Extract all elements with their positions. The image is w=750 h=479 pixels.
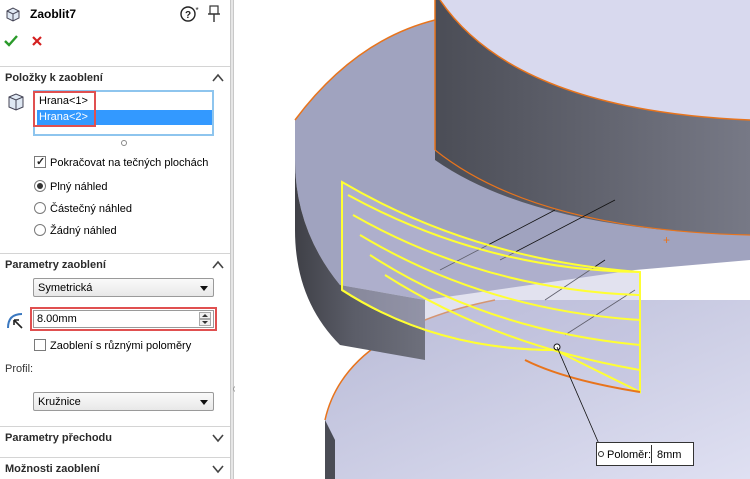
fillet-feature-icon xyxy=(6,7,20,22)
select-value: Symetrická xyxy=(38,282,93,294)
checkbox-label: Pokračovat na tečných plochách xyxy=(50,157,209,169)
svg-text:*: * xyxy=(195,6,198,15)
annotation-highlight-radius xyxy=(30,307,217,331)
group-header-items[interactable]: Položky k zaoblení xyxy=(0,66,230,88)
ok-check-icon[interactable] xyxy=(4,34,18,48)
callout-value[interactable]: 8mm xyxy=(657,449,681,461)
checkbox-box[interactable]: ✓ xyxy=(34,156,46,168)
radio-button[interactable] xyxy=(34,202,46,214)
help-icon[interactable]: ? * xyxy=(180,6,200,22)
checkbox-box[interactable] xyxy=(34,339,46,351)
dropdown-arrow-icon[interactable] xyxy=(200,400,208,405)
feature-title: Zaoblit7 xyxy=(30,7,77,21)
profile-select[interactable]: Kružnice xyxy=(33,392,214,411)
edge-selection-icon xyxy=(8,93,24,111)
radio-button[interactable] xyxy=(34,224,46,236)
group-header-parameters[interactable]: Parametry zaoblení xyxy=(0,253,230,275)
radius-callout[interactable]: Poloměr: 8mm xyxy=(596,442,694,466)
chevron-up-icon[interactable] xyxy=(212,259,224,271)
checkbox-label: Zaoblení s různými poloměry xyxy=(50,340,192,352)
group-title-items: Položky k zaoblení xyxy=(5,72,103,84)
radio-button[interactable] xyxy=(34,180,46,192)
dropdown-arrow-icon[interactable] xyxy=(200,286,208,291)
group-title-options: Možnosti zaoblení xyxy=(5,463,100,475)
radio-label: Částečný náhled xyxy=(50,203,132,215)
radio-label: Plný náhled xyxy=(50,181,108,193)
group-header-options[interactable]: Možnosti zaoblení xyxy=(0,457,230,479)
fillet-type-select[interactable]: Symetrická xyxy=(33,278,214,297)
graphics-viewport[interactable]: + Poloměr: 8mm xyxy=(235,0,750,479)
radius-icon xyxy=(7,313,23,329)
chevron-down-icon[interactable] xyxy=(212,463,224,475)
model-view: + xyxy=(294,0,750,479)
pushpin-icon[interactable] xyxy=(206,5,222,23)
annotation-highlight-edges xyxy=(33,91,96,127)
chevron-down-icon[interactable] xyxy=(212,432,224,444)
group-header-transition[interactable]: Parametry přechodu xyxy=(0,426,230,448)
cancel-x-icon[interactable] xyxy=(30,34,44,48)
callout-separator xyxy=(651,445,652,463)
solidworks-window: Zaoblit7 ? * Položky k zaoblení Hrana<1>… xyxy=(0,0,750,479)
select-value: Kružnice xyxy=(38,396,81,408)
profile-label: Profil: xyxy=(5,363,34,375)
callout-label: Poloměr: xyxy=(607,449,652,461)
svg-text:?: ? xyxy=(185,10,191,21)
feature-title-bar: Zaoblit7 ? * xyxy=(0,0,230,28)
chevron-up-icon[interactable] xyxy=(212,72,224,84)
radio-label: Žádný náhled xyxy=(50,225,117,237)
origin-marker: + xyxy=(663,233,670,247)
group-title-parameters: Parametry zaoblení xyxy=(5,259,106,271)
list-resize-grip[interactable] xyxy=(121,140,127,146)
callout-bullet xyxy=(598,451,604,457)
property-manager: Zaoblit7 ? * Položky k zaoblení Hrana<1>… xyxy=(0,0,230,479)
group-title-transition: Parametry přechodu xyxy=(5,432,112,444)
panel-splitter[interactable] xyxy=(230,0,234,479)
